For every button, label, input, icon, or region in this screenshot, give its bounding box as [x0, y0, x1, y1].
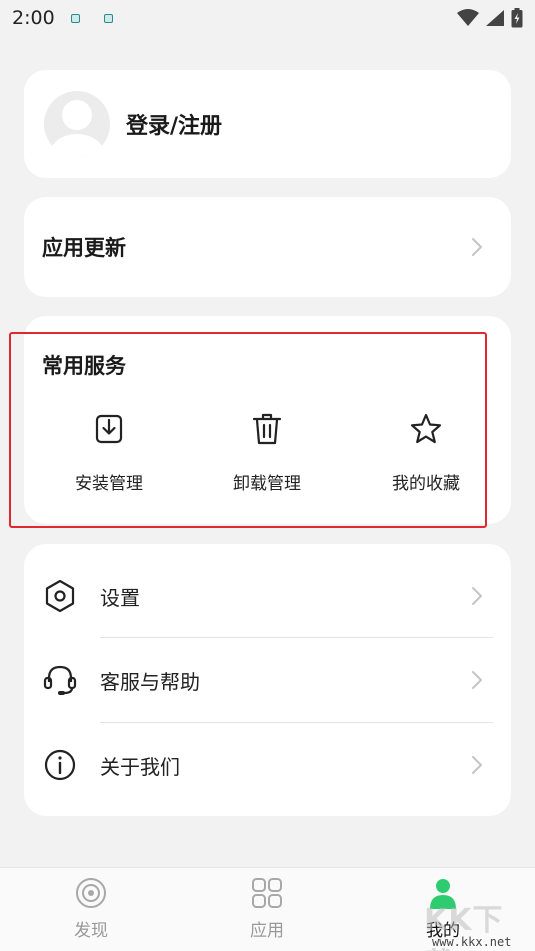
avatar[interactable] — [44, 91, 110, 157]
menu-label: 关于我们 — [100, 754, 180, 779]
status-right — [457, 8, 523, 28]
status-time: 2:00 — [12, 7, 55, 29]
chevron-right-icon — [472, 238, 482, 256]
service-label: 卸载管理 — [233, 474, 301, 494]
apps-grid-icon — [252, 878, 282, 908]
hexagon-gear-icon — [45, 579, 75, 613]
common-services-card: 常用服务 安装管理 卸载管理 我的收藏 — [24, 316, 511, 524]
nav-tab-apps[interactable]: 应用 — [222, 876, 312, 941]
service-label: 我的收藏 — [392, 474, 460, 494]
wifi-icon — [457, 9, 479, 26]
settings-card: 设置 客服与帮助 关于我们 — [24, 544, 511, 816]
watermark-url: www.kkx.net — [432, 935, 512, 949]
trash-icon — [252, 413, 282, 445]
nav-label: 发现 — [74, 921, 108, 941]
app-update-card[interactable]: 应用更新 — [24, 197, 511, 297]
chevron-right-icon — [472, 671, 482, 689]
menu-item-support[interactable]: 客服与帮助 — [24, 638, 511, 722]
common-services-title: 常用服务 — [42, 354, 126, 378]
service-label: 安装管理 — [75, 474, 143, 494]
menu-item-about[interactable]: 关于我们 — [24, 723, 511, 807]
notification-icon — [103, 13, 113, 23]
install-management-button[interactable]: 安装管理 — [44, 411, 174, 494]
signal-icon — [486, 10, 504, 26]
battery-icon — [511, 8, 523, 28]
discover-icon — [76, 878, 106, 908]
menu-label: 设置 — [100, 585, 140, 610]
watermark: KK下载 www.kkx.net — [398, 895, 528, 951]
download-box-icon — [95, 414, 123, 444]
login-register-link[interactable]: 登录/注册 — [126, 108, 222, 140]
uninstall-management-button[interactable]: 卸载管理 — [202, 411, 332, 494]
app-update-title: 应用更新 — [42, 236, 126, 260]
chevron-right-icon — [472, 587, 482, 605]
nav-tab-discover[interactable]: 发现 — [46, 876, 136, 941]
info-icon — [44, 749, 76, 781]
notification-icon — [70, 13, 80, 23]
status-bar: 2:00 — [0, 0, 535, 36]
headset-icon — [43, 665, 77, 695]
chevron-right-icon — [472, 756, 482, 774]
menu-label: 客服与帮助 — [100, 669, 200, 694]
star-icon — [410, 413, 442, 444]
menu-item-settings[interactable]: 设置 — [24, 554, 511, 638]
my-favorites-button[interactable]: 我的收藏 — [361, 411, 491, 494]
login-card[interactable]: 登录/注册 — [24, 70, 511, 178]
nav-label: 应用 — [250, 921, 284, 941]
